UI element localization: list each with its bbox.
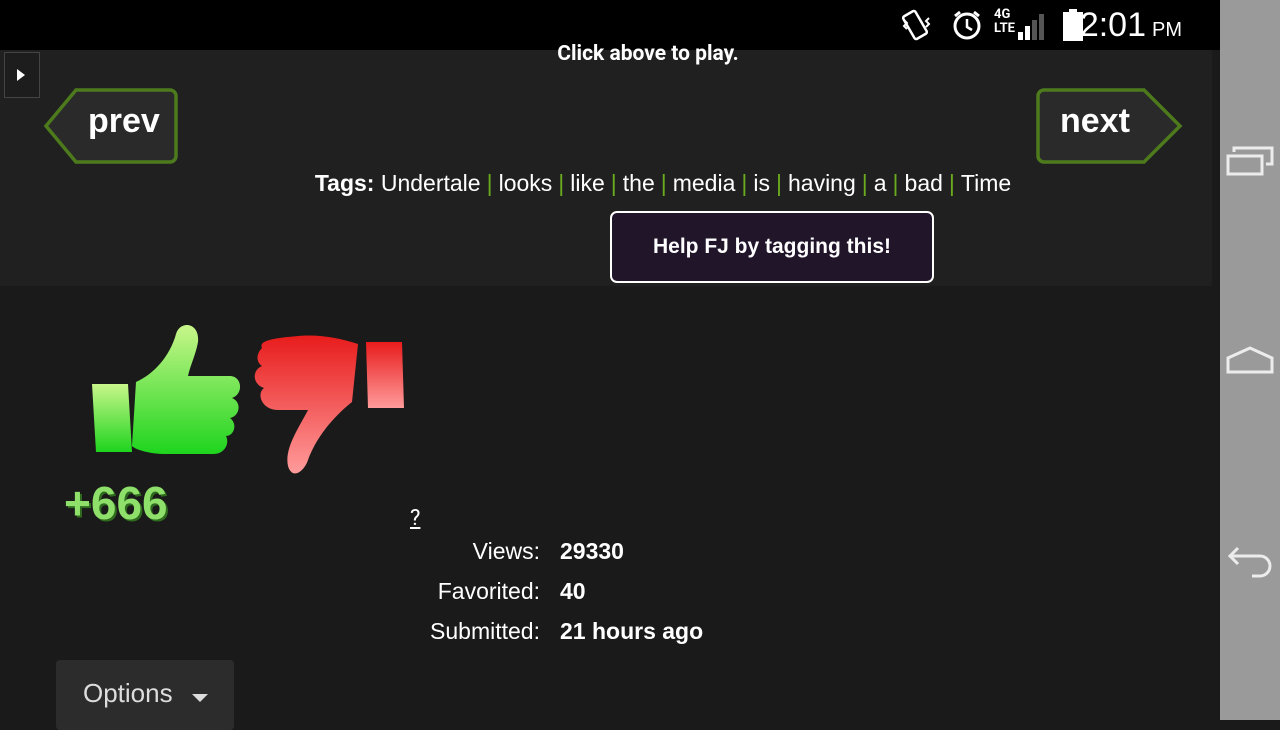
clock-time: 12:01 xyxy=(1060,6,1146,44)
tag-link[interactable]: bad xyxy=(905,170,943,196)
tag-link[interactable]: like xyxy=(570,170,605,196)
tag-separator: | xyxy=(948,170,955,196)
stat-row-submitted: Submitted: 21 hours ago xyxy=(0,618,703,648)
tag-link[interactable]: Undertale xyxy=(381,170,481,196)
play-hint: Click above to play. xyxy=(557,42,739,66)
tag-separator: | xyxy=(610,170,617,196)
tags-label: Tags: xyxy=(314,170,375,196)
tag-separator: | xyxy=(861,170,868,196)
tag-separator: | xyxy=(486,170,493,196)
clock-ampm: PM xyxy=(1152,19,1182,41)
stat-value: 40 xyxy=(560,578,586,604)
tags-line: Tags: Undertale | looks | like | the | media | is |… xyxy=(0,170,1280,197)
tag-separator: | xyxy=(558,170,565,196)
rating-help-link[interactable]: ? xyxy=(410,506,420,531)
help-tag-button[interactable]: Help FJ by tagging this! xyxy=(610,211,934,283)
stat-value: 29330 xyxy=(560,538,624,564)
clock: 12:01 PM xyxy=(1061,6,1182,45)
tag-separator: | xyxy=(892,170,899,196)
next-button[interactable]: next xyxy=(1036,88,1184,164)
tag-link[interactable]: is xyxy=(753,170,770,196)
tag-link[interactable]: looks xyxy=(499,170,553,196)
tag-separator: | xyxy=(741,170,748,196)
prev-label: prev xyxy=(88,102,160,140)
stat-row-views: Views: 29330 xyxy=(0,538,624,568)
thumbs-up-icon[interactable] xyxy=(90,310,250,470)
tag-link[interactable]: media xyxy=(673,170,736,196)
options-label: Options xyxy=(83,678,173,708)
top-panel: Click above to play. prev next Tags: Und… xyxy=(0,42,1212,286)
side-menu-toggle[interactable] xyxy=(4,52,40,98)
thumbs-down-icon[interactable] xyxy=(246,332,406,492)
home-icon[interactable] xyxy=(1220,330,1280,390)
next-label: next xyxy=(1060,102,1130,140)
stat-row-favorited: Favorited: 40 xyxy=(0,578,586,608)
vibrate-icon xyxy=(901,9,931,41)
caret-down-icon xyxy=(192,694,208,702)
tag-link[interactable]: the xyxy=(623,170,655,196)
stat-label: Submitted: xyxy=(430,618,540,644)
navigation-bar xyxy=(1220,0,1280,720)
stat-label: Views: xyxy=(472,538,540,564)
rating-score: +666 xyxy=(64,477,168,529)
alarm-icon xyxy=(953,10,981,40)
tag-list: Undertale | looks | like | the | media | is | having… xyxy=(381,170,1011,196)
signal-icon xyxy=(1018,14,1044,40)
tag-link[interactable]: a xyxy=(874,170,887,196)
play-arrow-icon xyxy=(17,69,25,81)
back-icon[interactable] xyxy=(1220,530,1280,590)
tag-link[interactable]: Time xyxy=(961,170,1011,196)
stat-label: Favorited: xyxy=(437,578,540,604)
content-area: Click above to play. prev next Tags: Und… xyxy=(0,42,1220,730)
tag-link[interactable]: having xyxy=(788,170,856,196)
tag-separator: | xyxy=(660,170,667,196)
tag-separator: | xyxy=(776,170,782,196)
stat-value: 21 hours ago xyxy=(560,618,704,644)
prev-button[interactable]: prev xyxy=(42,88,180,164)
